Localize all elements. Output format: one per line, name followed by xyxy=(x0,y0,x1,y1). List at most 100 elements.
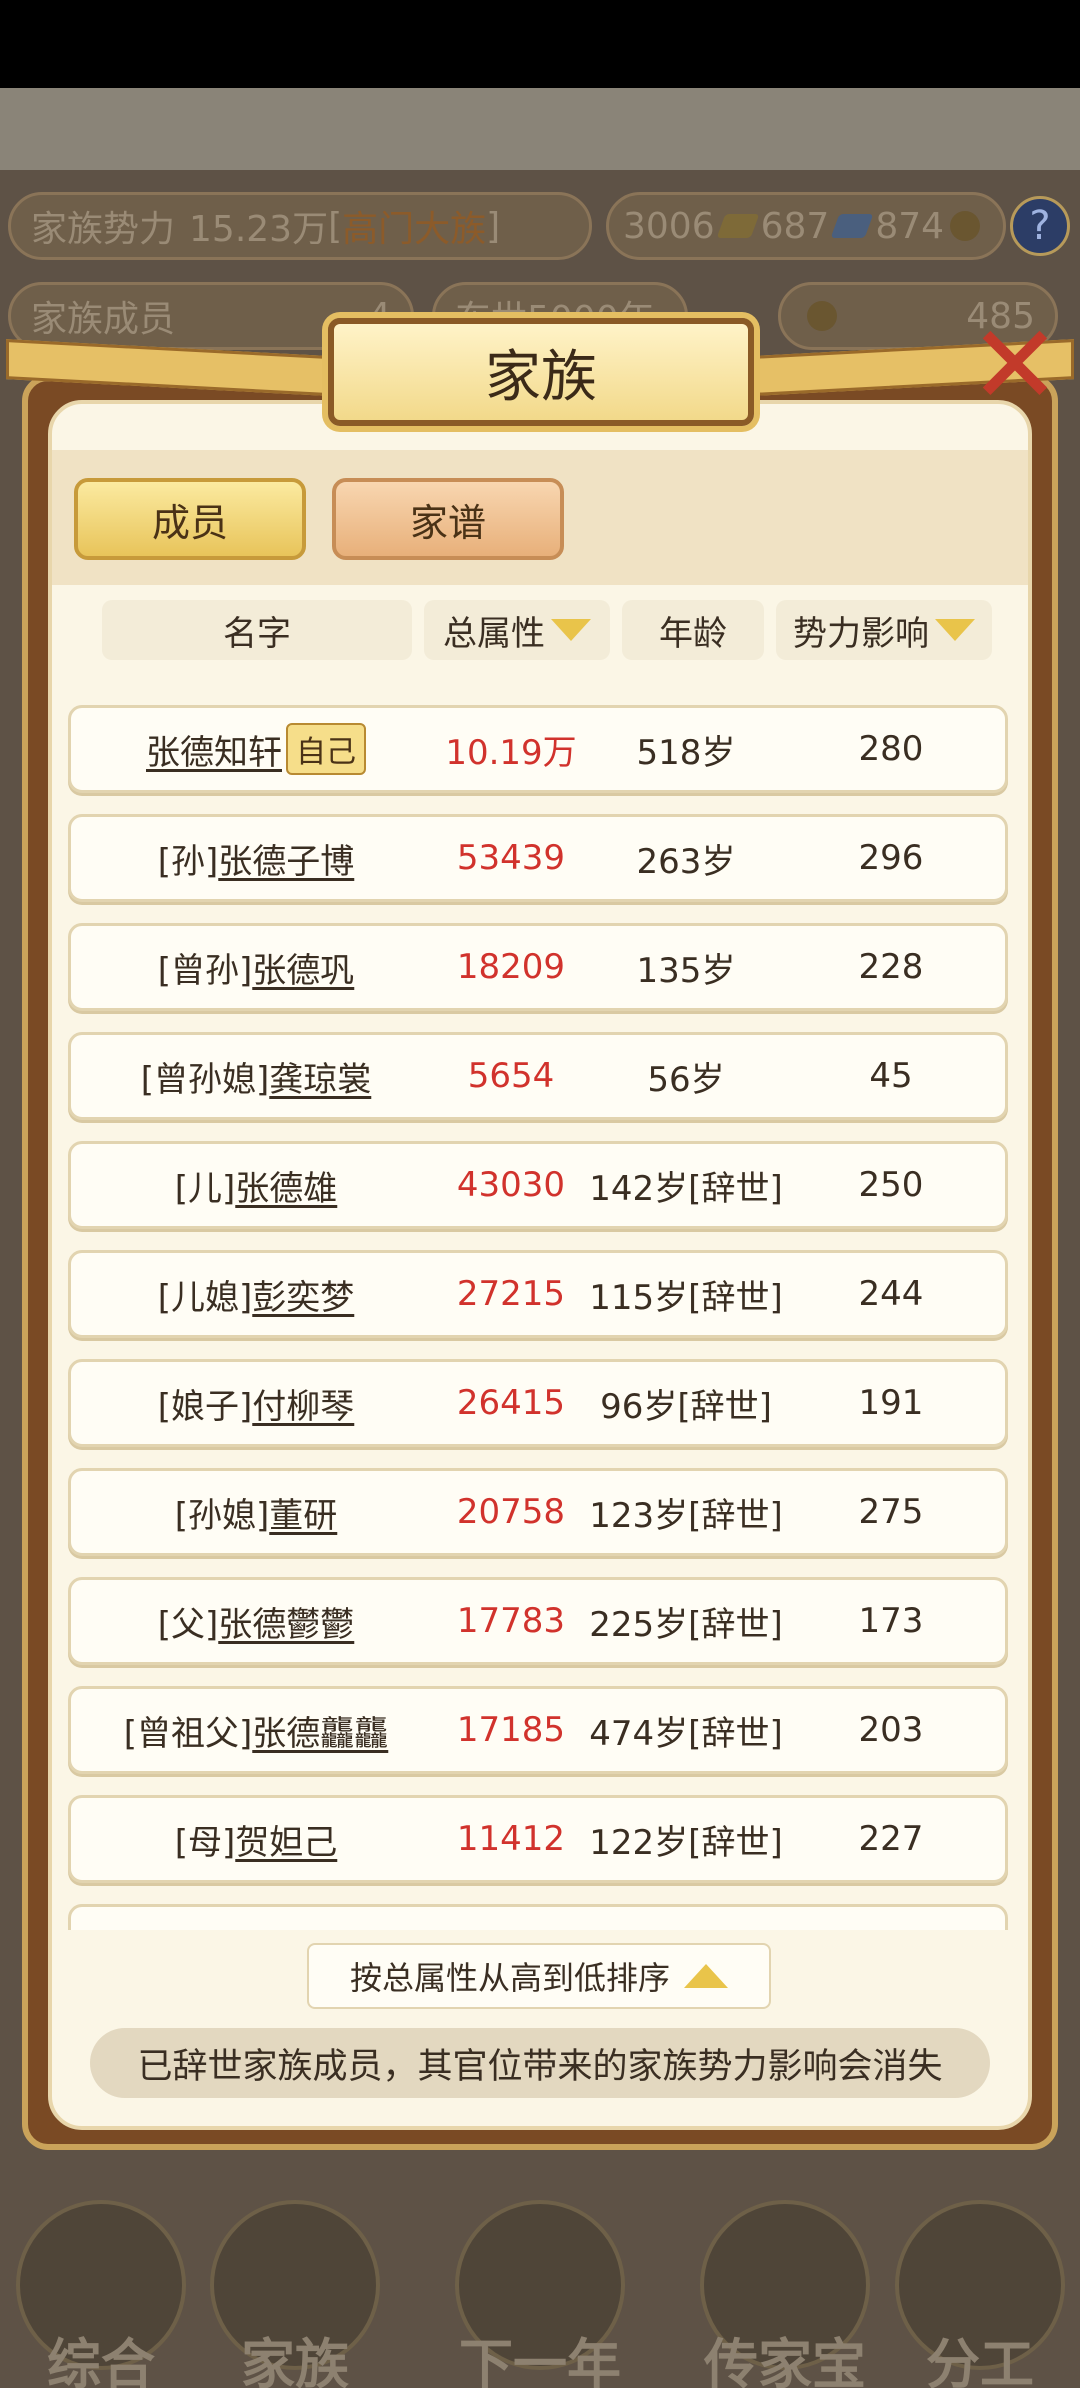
column-attr-header[interactable]: 总属性 xyxy=(424,600,610,660)
table-row[interactable]: [娘子] 付柳琴 26415 96岁[辞世] 191 xyxy=(68,1359,1008,1447)
clan-power-label: 家族势力 xyxy=(31,209,176,250)
row-attr: 43030 xyxy=(456,1165,566,1205)
member-list[interactable]: 张德知轩 自己 10.19万 518岁 280 [孙] 张德子博 53439 263… xyxy=(68,705,1008,1930)
row-name[interactable]: 董研 xyxy=(269,1488,337,1537)
row-name-cell: [孙] 张德子博 xyxy=(71,817,441,899)
nav-heirloom[interactable]: 传家宝 xyxy=(690,2180,880,2388)
row-relation: [孙] xyxy=(157,841,219,882)
gold-bar-icon xyxy=(716,214,759,238)
nav-general[interactable]: 综合 xyxy=(6,2180,196,2388)
row-age: 96岁[辞世] xyxy=(600,1386,772,1427)
currency-pill: 3006 687 874 xyxy=(606,192,1006,260)
table-row[interactable]: 张德知轩 自己 10.19万 518岁 280 xyxy=(68,705,1008,793)
clan-rank: 高门大族 xyxy=(342,209,487,250)
row-age: 263岁 xyxy=(636,841,736,882)
row-influence: 250 xyxy=(858,1165,924,1205)
table-row[interactable]: [母] 贺妲己 11412 122岁[辞世] 227 xyxy=(68,1795,1008,1883)
self-badge: 自己 xyxy=(286,723,366,775)
table-row[interactable]: [儿媳] 彭奕梦 27215 115岁[辞世] 244 xyxy=(68,1250,1008,1338)
table-row-partial[interactable] xyxy=(68,1904,1008,1930)
row-influence: 227 xyxy=(858,1819,924,1859)
row-relation: [母] xyxy=(174,1822,236,1863)
sort-down-icon xyxy=(551,619,591,641)
nav-clan-label: 家族 xyxy=(241,2333,349,2388)
tab-members[interactable]: 成员 xyxy=(74,478,306,560)
table-row[interactable]: [孙] 张德子博 53439 263岁 296 xyxy=(68,814,1008,902)
column-name-header: 名字 xyxy=(102,600,412,660)
row-influence: 173 xyxy=(858,1601,924,1641)
row-influence: 191 xyxy=(858,1383,924,1423)
row-name-cell: [娘子] 付柳琴 xyxy=(71,1362,441,1444)
row-attr: 53439 xyxy=(456,838,566,878)
table-row[interactable]: [曾孙媳] 龚琼裳 5654 56岁 45 xyxy=(68,1032,1008,1120)
coin-icon xyxy=(950,211,981,241)
row-name-cell: [孙媳] 董研 xyxy=(71,1471,441,1553)
nav-next-year[interactable]: 下一年 xyxy=(445,2180,635,2388)
sort-button[interactable]: 按总属性从高到低排序 xyxy=(307,1943,771,2009)
row-relation: [儿媳] xyxy=(157,1277,253,1318)
table-row[interactable]: [父] 张德鬱鬱 17783 225岁[辞世] 173 xyxy=(68,1577,1008,1665)
row-name[interactable]: 张德龘龘 xyxy=(252,1706,388,1755)
row-attr: 11412 xyxy=(456,1819,566,1859)
table-row[interactable]: [儿] 张德雄 43030 142岁[辞世] 250 xyxy=(68,1141,1008,1229)
row-relation: [孙媳] xyxy=(174,1495,270,1536)
row-influence: 244 xyxy=(858,1274,924,1314)
row-name[interactable]: 张德鬱鬱 xyxy=(218,1597,354,1646)
row-relation: [娘子] xyxy=(157,1386,253,1427)
row-age: 225岁[辞世] xyxy=(589,1604,783,1645)
row-age: 115岁[辞世] xyxy=(589,1277,783,1318)
row-age: 135岁 xyxy=(636,950,736,991)
gold-bars-value: 3006 xyxy=(623,205,715,247)
row-age: 518岁 xyxy=(636,732,736,773)
nav-division-label: 分工 xyxy=(926,2333,1034,2388)
row-name[interactable]: 贺妲己 xyxy=(235,1815,337,1864)
column-influence-header[interactable]: 势力影响 xyxy=(776,600,992,660)
ingot-icon xyxy=(807,301,837,331)
row-attr: 10.19万 xyxy=(445,732,577,773)
row-name-cell: [曾孙媳] 龚琼裳 xyxy=(71,1035,441,1117)
row-age: 123岁[辞世] xyxy=(589,1495,783,1536)
close-button[interactable]: ✕ xyxy=(960,310,1070,425)
notice-banner: 已辞世家族成员，其官位带来的家族势力影响会消失 xyxy=(90,2028,990,2098)
sort-up-icon xyxy=(684,1964,728,1988)
tab-genealogy[interactable]: 家谱 xyxy=(332,478,564,560)
row-name-cell: [曾祖父] 张德龘龘 xyxy=(71,1689,441,1771)
column-influence-label: 势力影响 xyxy=(793,613,929,654)
help-button[interactable]: ? xyxy=(1010,196,1070,256)
table-row[interactable]: [孙媳] 董研 20758 123岁[辞世] 275 xyxy=(68,1468,1008,1556)
row-age: 122岁[辞世] xyxy=(589,1822,783,1863)
row-name[interactable]: 龚琼裳 xyxy=(269,1052,371,1101)
row-name[interactable]: 彭奕梦 xyxy=(252,1270,354,1319)
row-name[interactable]: 付柳琴 xyxy=(252,1379,354,1428)
row-attr: 20758 xyxy=(456,1492,566,1532)
row-relation: [曾孙媳] xyxy=(140,1059,270,1100)
sort-down-icon xyxy=(935,619,975,641)
row-name-cell: [儿] 张德雄 xyxy=(71,1144,441,1226)
row-influence: 280 xyxy=(858,729,924,769)
row-name[interactable]: 张德雄 xyxy=(235,1161,337,1210)
top-strip xyxy=(0,88,1080,170)
row-influence: 275 xyxy=(858,1492,924,1532)
row-attr: 5654 xyxy=(467,1056,555,1096)
row-name[interactable]: 张德巩 xyxy=(252,943,354,992)
clan-power-value: 15.23万 xyxy=(189,209,329,250)
row-relation: [父] xyxy=(157,1604,219,1645)
row-attr: 26415 xyxy=(456,1383,566,1423)
column-attr-label: 总属性 xyxy=(443,613,545,654)
table-row[interactable]: [曾孙] 张德巩 18209 135岁 228 xyxy=(68,923,1008,1011)
row-name-cell: [母] 贺妲己 xyxy=(71,1798,441,1880)
row-attr: 17185 xyxy=(456,1710,566,1750)
row-name[interactable]: 张德子博 xyxy=(218,834,354,883)
row-name-cell: 张德知轩 自己 xyxy=(71,708,441,790)
row-attr: 18209 xyxy=(456,947,566,987)
row-name[interactable]: 张德知轩 xyxy=(146,725,282,774)
nav-division[interactable]: 分工 xyxy=(885,2180,1075,2388)
table-row[interactable]: [曾祖父] 张德龘龘 17185 474岁[辞世] 203 xyxy=(68,1686,1008,1774)
column-name-label: 名字 xyxy=(223,613,291,654)
row-age: 474岁[辞世] xyxy=(589,1713,783,1754)
row-relation: [曾祖父] xyxy=(123,1713,253,1754)
nav-heirloom-label: 传家宝 xyxy=(704,2333,866,2388)
row-name-cell: [父] 张德鬱鬱 xyxy=(71,1580,441,1662)
nav-clan[interactable]: 家族 xyxy=(200,2180,390,2388)
row-relation: [儿] xyxy=(174,1168,236,1209)
